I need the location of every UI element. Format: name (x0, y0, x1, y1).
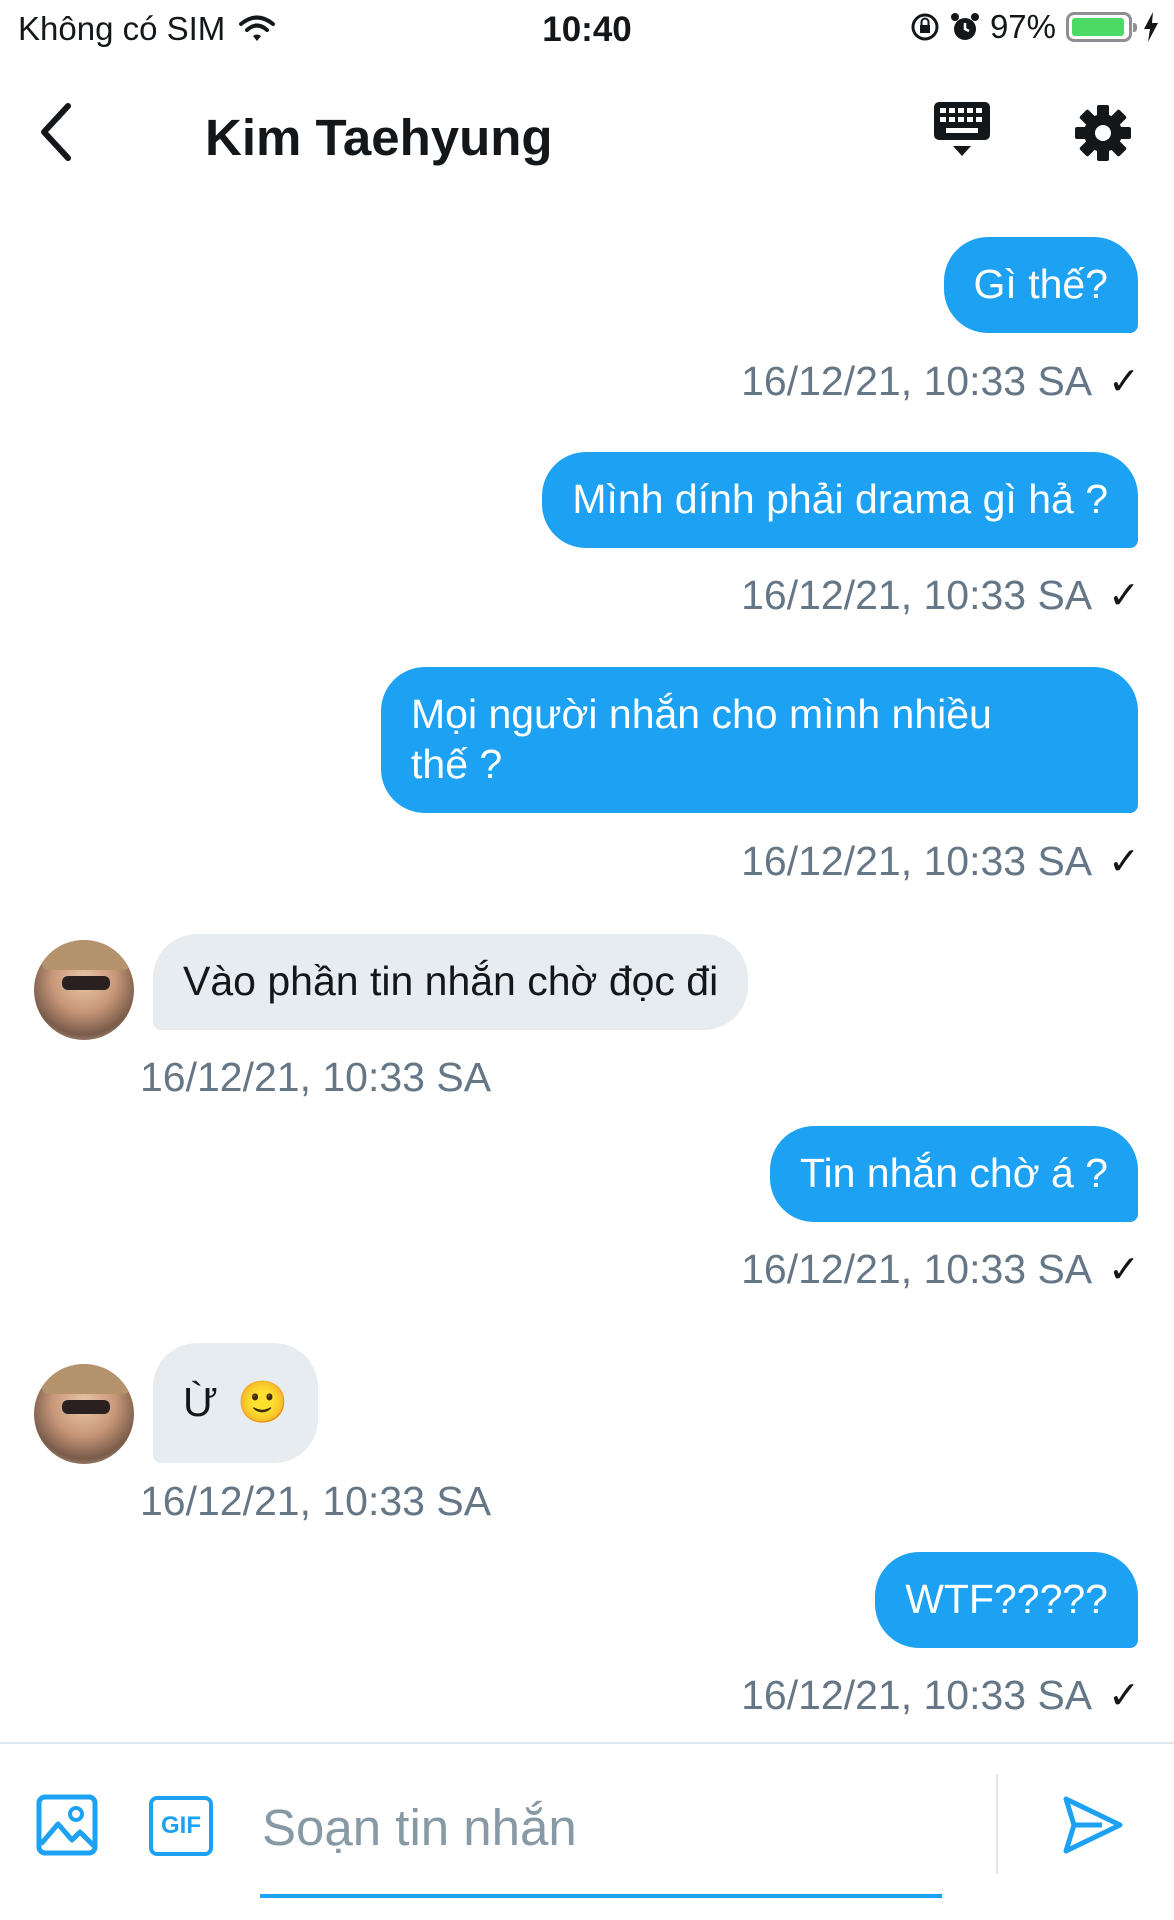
send-button[interactable] (1062, 1794, 1126, 1858)
timestamp-text: 16/12/21, 10:33 SA (741, 838, 1093, 884)
message-timestamp: 16/12/21, 10:33 SA ✓ (741, 1672, 1140, 1719)
send-icon (1063, 1796, 1123, 1854)
gear-icon (1075, 105, 1131, 161)
status-bar: Không có SIM 10:40 97% (0, 0, 1174, 62)
alarm-icon (950, 13, 979, 40)
sent-check-icon: ✓ (1108, 1675, 1140, 1717)
message-bubble-outgoing[interactable]: Mình dính phải drama gì hả ? (542, 452, 1138, 548)
keyboard-icon (934, 102, 990, 156)
sent-check-icon: ✓ (1108, 361, 1140, 403)
gif-label: GIF (161, 1812, 201, 1839)
avatar-hair (42, 940, 130, 970)
timestamp-text: 16/12/21, 10:33 SA (741, 1246, 1093, 1292)
timestamp-text: 16/12/21, 10:33 SA (741, 572, 1093, 618)
message-timestamp: 16/12/21, 10:33 SA (140, 1478, 492, 1524)
message-text: WTF????? (905, 1576, 1108, 1622)
message-text: Mình dính phải drama gì hả ? (572, 476, 1108, 522)
timestamp-text: 16/12/21, 10:33 SA (741, 358, 1093, 404)
sent-check-icon: ✓ (1108, 841, 1140, 883)
message-bubble-outgoing[interactable]: Mọi người nhắn cho mình nhiều thế ? (381, 667, 1138, 813)
message-bubble-incoming[interactable]: Ừ 🙂 (153, 1343, 319, 1463)
charging-icon (1144, 12, 1158, 42)
back-button[interactable] (36, 100, 96, 170)
battery-icon (1066, 12, 1137, 42)
conversation-header: Kim Taehyung (0, 70, 1174, 200)
message-bubble-outgoing[interactable]: Gì thế? (943, 237, 1138, 333)
message-bubble-outgoing[interactable]: Tin nhắn chờ á ? (769, 1126, 1138, 1222)
message-text: Vào phần tin nhắn chờ đọc đi (183, 958, 719, 1004)
rotation-lock-icon (911, 13, 939, 41)
message-timestamp: 16/12/21, 10:33 SA ✓ (741, 358, 1140, 405)
message-timestamp: 16/12/21, 10:33 SA ✓ (741, 838, 1140, 885)
message-timestamp: 16/12/21, 10:33 SA ✓ (741, 1246, 1140, 1293)
message-timestamp: 16/12/21, 10:33 SA (140, 1054, 492, 1100)
dm-screen: Không có SIM 10:40 97% Kim Taehyung Gì t… (0, 0, 1174, 1920)
battery-level (1072, 18, 1125, 36)
message-text: Tin nhắn chờ á ? (799, 1150, 1108, 1196)
smile-emoji-icon: 🙂 (237, 1379, 289, 1425)
keyboard-button[interactable] (932, 100, 1002, 172)
timestamp-text: 16/12/21, 10:33 SA (741, 1672, 1093, 1718)
compose-input[interactable] (262, 1784, 942, 1870)
message-bubble-incoming[interactable]: Vào phần tin nhắn chờ đọc đi (153, 934, 749, 1030)
message-text: Ừ (183, 1379, 219, 1425)
message-timestamp: 16/12/21, 10:33 SA ✓ (741, 572, 1140, 619)
message-text: Gì thế? (973, 261, 1108, 307)
avatar[interactable] (34, 940, 134, 1040)
avatar-hair (42, 1364, 130, 1394)
chevron-left-icon (41, 103, 71, 161)
sent-check-icon: ✓ (1108, 575, 1140, 617)
avatar-glasses (62, 976, 110, 990)
composer-divider (996, 1774, 998, 1874)
conversation-title[interactable]: Kim Taehyung (205, 108, 553, 167)
gif-button[interactable]: GIF (149, 1796, 213, 1856)
message-text-line: thế ? (411, 741, 503, 787)
image-icon (36, 1794, 98, 1856)
message-bubble-outgoing[interactable]: WTF????? (875, 1552, 1138, 1648)
status-right: 97% (910, 8, 1160, 46)
compose-underline (260, 1894, 942, 1898)
battery-percent: 97% (989, 8, 1056, 45)
sent-check-icon: ✓ (1108, 1249, 1140, 1291)
message-text-line: Mọi người nhắn cho mình nhiều (411, 691, 992, 737)
settings-button[interactable] (1074, 104, 1134, 164)
avatar[interactable] (34, 1364, 134, 1464)
avatar-glasses (62, 1400, 110, 1414)
add-image-button[interactable] (36, 1794, 100, 1858)
message-composer: GIF (0, 1742, 1174, 1920)
